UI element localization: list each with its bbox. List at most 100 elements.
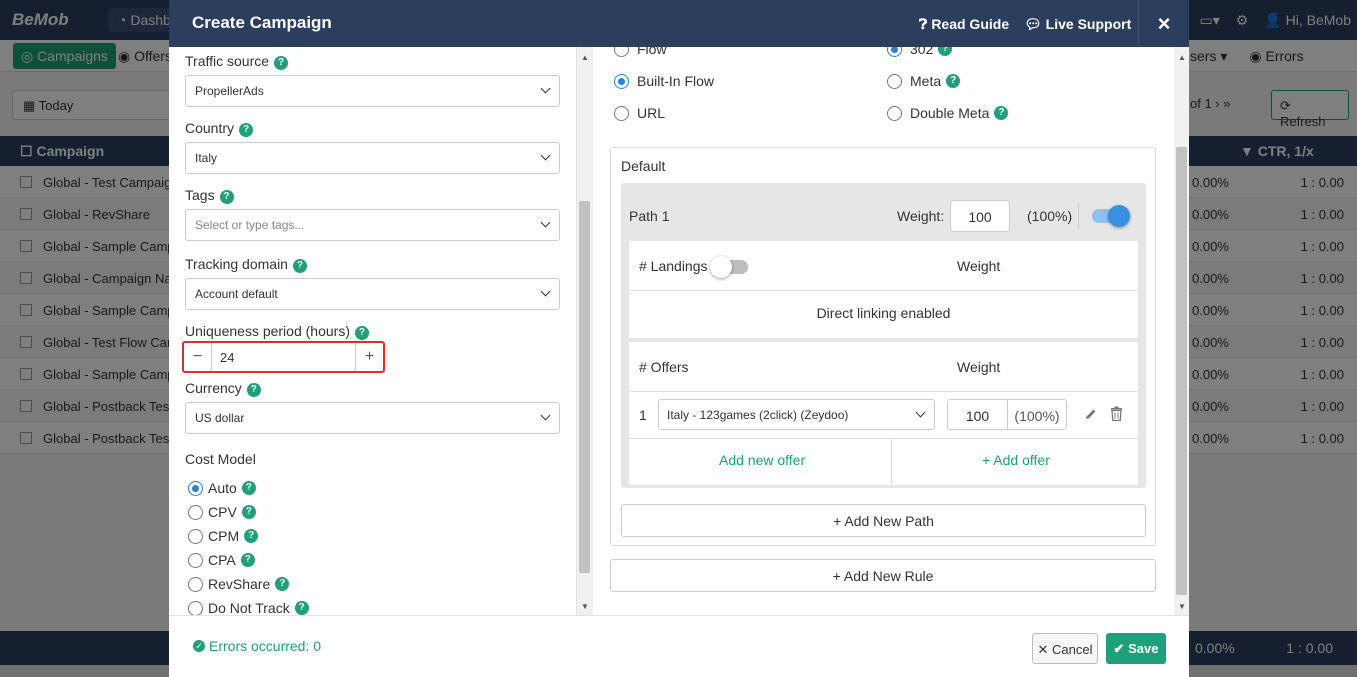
help-icon[interactable]: ? bbox=[240, 553, 255, 567]
chevron-down-icon bbox=[540, 150, 551, 161]
scroll-thumb[interactable] bbox=[1176, 147, 1187, 595]
left-scrollbar[interactable]: ▲ ▼ bbox=[577, 47, 593, 615]
cost-model-label: CPV bbox=[208, 504, 237, 520]
landings-weight-header: Weight bbox=[957, 258, 1001, 274]
tags-placeholder: Select or type tags... bbox=[195, 218, 305, 232]
cost-model-option[interactable]: CPM? bbox=[188, 528, 259, 544]
tracking-domain-select[interactable]: Account default bbox=[185, 278, 560, 310]
divider bbox=[629, 290, 1138, 291]
tags-label-text: Tags bbox=[185, 187, 215, 203]
landings-toggle[interactable] bbox=[710, 256, 748, 278]
help-icon[interactable]: ? bbox=[246, 383, 261, 397]
cancel-button[interactable]: ✕ Cancel bbox=[1032, 633, 1098, 664]
scroll-up-icon[interactable]: ▲ bbox=[581, 53, 589, 62]
chevron-down-icon bbox=[540, 83, 551, 94]
live-support-link[interactable]: 💬︎ Live Support bbox=[1024, 16, 1131, 33]
help-icon[interactable]: ? bbox=[946, 74, 961, 88]
help-icon[interactable]: ? bbox=[354, 326, 369, 340]
offers-header: # Offers bbox=[639, 359, 689, 375]
campaign-settings-panel: Traffic source? PropellerAds Country? It… bbox=[169, 47, 577, 615]
live-support-label: Live Support bbox=[1045, 16, 1132, 32]
add-new-path-button[interactable]: + Add New Path bbox=[621, 504, 1146, 537]
destination-label: Built-In Flow bbox=[637, 73, 715, 89]
add-new-rule-button[interactable]: + Add New Rule bbox=[610, 559, 1156, 592]
add-offer-link[interactable]: + Add offer bbox=[982, 452, 1050, 468]
offer-select-value: Italy - 123games (2click) (Zeydoo) bbox=[667, 408, 849, 422]
divider bbox=[891, 439, 892, 485]
cost-model-label: Do Not Track bbox=[208, 600, 290, 615]
offer-weight-input[interactable]: 100 bbox=[947, 399, 1007, 430]
read-guide-link[interactable]: ❓︎ Read Guide bbox=[919, 16, 1009, 33]
help-icon[interactable]: ? bbox=[938, 47, 953, 56]
destination-option[interactable]: Flow bbox=[614, 47, 667, 57]
decrement-button[interactable]: − bbox=[184, 343, 212, 371]
cancel-label: Cancel bbox=[1052, 642, 1093, 657]
currency-select[interactable]: US dollar bbox=[185, 402, 560, 434]
scroll-down-icon[interactable]: ▼ bbox=[581, 602, 589, 611]
chevron-down-icon bbox=[540, 410, 551, 421]
uniqueness-input[interactable]: 24 bbox=[220, 350, 234, 365]
trash-icon[interactable] bbox=[1110, 406, 1123, 421]
check-icon: ✔ bbox=[1113, 641, 1125, 656]
cost-model-option[interactable]: Do Not Track? bbox=[188, 600, 309, 615]
default-label: Default bbox=[621, 158, 666, 174]
pencil-icon[interactable] bbox=[1084, 407, 1098, 421]
radio-button[interactable] bbox=[188, 528, 203, 544]
add-new-offer-link[interactable]: Add new offer bbox=[719, 452, 805, 468]
help-icon[interactable]: ? bbox=[294, 601, 309, 615]
tags-label: Tags? bbox=[185, 187, 234, 204]
redirect-option[interactable]: 302? bbox=[887, 47, 953, 57]
cost-model-label: Auto bbox=[208, 480, 237, 496]
currency-label: Currency? bbox=[185, 380, 261, 397]
cost-model-option[interactable]: CPV? bbox=[188, 504, 256, 520]
help-icon[interactable]: ? bbox=[994, 106, 1009, 120]
help-icon[interactable]: ? bbox=[219, 190, 234, 204]
radio-button[interactable] bbox=[614, 47, 629, 57]
path-enabled-toggle[interactable] bbox=[1092, 205, 1130, 227]
errors-status-text: Errors occurred: 0 bbox=[209, 638, 322, 654]
radio-button[interactable] bbox=[188, 504, 203, 520]
country-select[interactable]: Italy bbox=[185, 142, 560, 174]
increment-button[interactable]: + bbox=[355, 343, 383, 371]
redirect-option[interactable]: Double Meta? bbox=[887, 105, 1009, 121]
radio-button[interactable] bbox=[614, 73, 629, 89]
close-icon[interactable]: × bbox=[1138, 0, 1189, 47]
help-icon[interactable]: ? bbox=[241, 505, 256, 519]
radio-button[interactable] bbox=[614, 105, 629, 121]
help-icon[interactable]: ? bbox=[275, 577, 290, 591]
path-weight-input[interactable]: 100 bbox=[950, 200, 1010, 232]
help-icon[interactable]: ? bbox=[292, 259, 307, 273]
destination-option[interactable]: URL bbox=[614, 105, 665, 121]
cost-model-option[interactable]: RevShare? bbox=[188, 576, 290, 592]
radio-button[interactable] bbox=[188, 576, 203, 592]
country-label-text: Country bbox=[185, 120, 235, 136]
cost-model-label: CPM bbox=[208, 528, 240, 544]
offer-actions: Add new offer + Add offer bbox=[629, 439, 1138, 485]
radio-button[interactable] bbox=[887, 73, 902, 89]
traffic-source-select[interactable]: PropellerAds bbox=[185, 75, 560, 107]
offer-select[interactable]: Italy - 123games (2click) (Zeydoo) bbox=[658, 399, 935, 430]
radio-button[interactable] bbox=[188, 480, 203, 496]
check-circle-icon: ✓ bbox=[193, 640, 205, 652]
radio-button[interactable] bbox=[188, 600, 203, 615]
radio-button[interactable] bbox=[887, 47, 902, 57]
help-icon[interactable]: ? bbox=[241, 481, 256, 495]
scroll-thumb[interactable] bbox=[579, 201, 590, 573]
help-icon[interactable]: ? bbox=[239, 123, 254, 137]
help-icon[interactable]: ? bbox=[244, 529, 259, 543]
destination-label: URL bbox=[637, 105, 666, 121]
right-scrollbar[interactable]: ▲ ▼ bbox=[1174, 47, 1189, 615]
cost-model-option[interactable]: CPA? bbox=[188, 552, 255, 568]
traffic-source-label: Traffic source? bbox=[185, 53, 289, 70]
redirect-option[interactable]: Meta? bbox=[887, 73, 961, 89]
scroll-down-icon[interactable]: ▼ bbox=[1178, 602, 1186, 611]
save-button[interactable]: ✔ Save bbox=[1106, 633, 1166, 664]
cost-model-option[interactable]: Auto? bbox=[188, 480, 256, 496]
scroll-up-icon[interactable]: ▲ bbox=[1178, 53, 1186, 62]
tags-input[interactable]: Select or type tags... bbox=[185, 209, 560, 241]
destination-option[interactable]: Built-In Flow bbox=[614, 73, 714, 89]
radio-button[interactable] bbox=[188, 552, 203, 568]
radio-button[interactable] bbox=[887, 105, 902, 121]
help-icon[interactable]: ? bbox=[274, 56, 289, 70]
modal-title: Create Campaign bbox=[192, 13, 332, 32]
